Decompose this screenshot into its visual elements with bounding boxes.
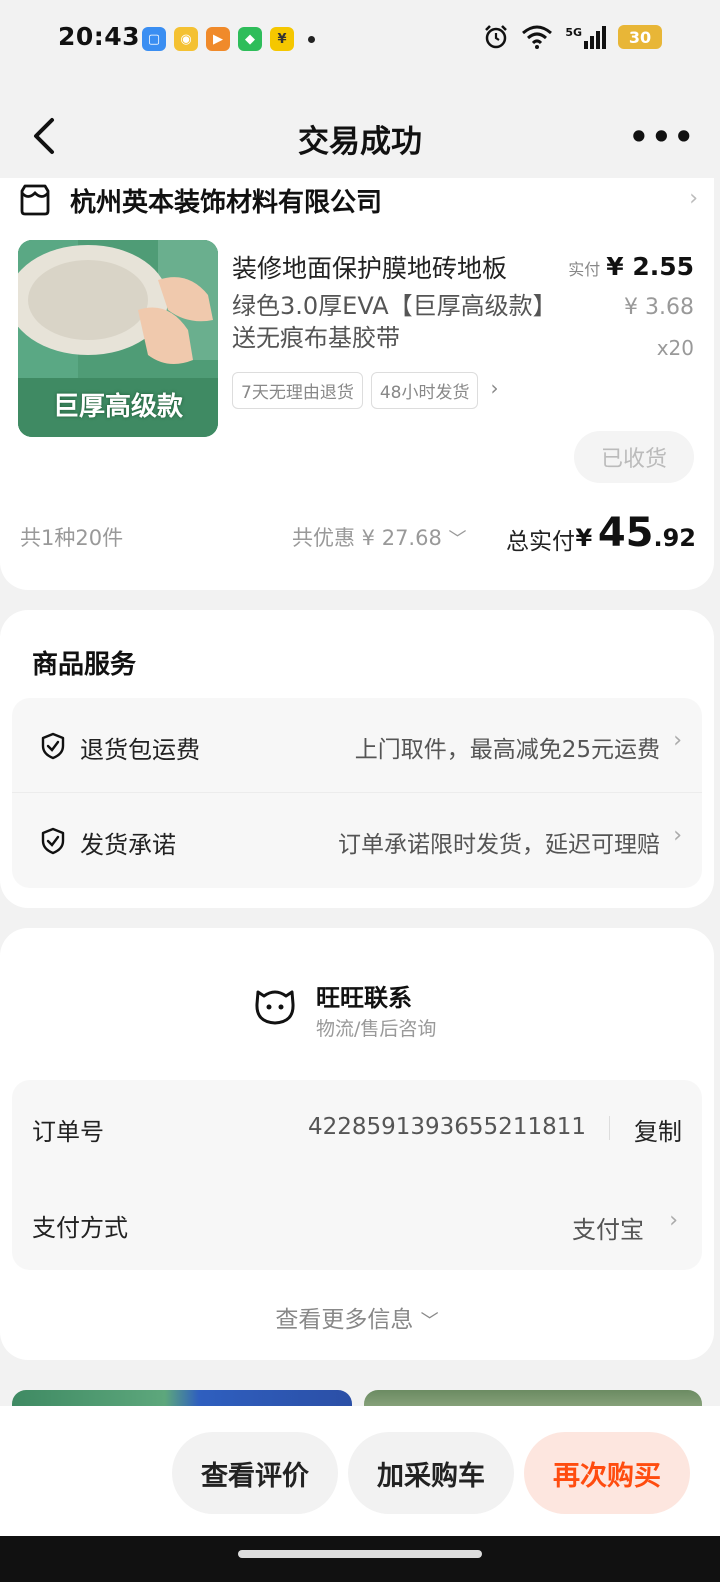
service-item-return-shipping[interactable]: 退货包运费 上门取件，最高减免25元运费 › bbox=[12, 698, 702, 793]
item-count: 共1种20件 bbox=[20, 526, 124, 550]
info-list: 订单号 4228591393655211811 复制 支付方式 支付宝 › bbox=[12, 1080, 702, 1270]
services-card: 商品服务 退货包运费 上门取件，最高减免25元运费 › 发货承诺 订单承诺限时发… bbox=[0, 610, 714, 908]
shield-check-icon bbox=[41, 827, 65, 855]
tag-shipping: 48小时发货 bbox=[370, 372, 479, 409]
status-right: 5G 30 bbox=[483, 24, 662, 50]
more-dots-icon[interactable]: ••• bbox=[629, 118, 696, 156]
store-row[interactable]: 杭州英本装饰材料有限公司 › bbox=[18, 178, 698, 222]
chevron-right-icon: › bbox=[689, 186, 698, 211]
product-title[interactable]: 装修地面保护膜地砖地板 bbox=[232, 250, 552, 288]
page-title: 交易成功 bbox=[298, 124, 422, 160]
total-currency: ¥ bbox=[575, 524, 593, 552]
tag-return: 7天无理由退货 bbox=[232, 372, 363, 409]
more-info-button[interactable]: 查看更多信息 ﹀ bbox=[0, 1300, 714, 1334]
wechat-icon: ◆ bbox=[238, 27, 262, 51]
chevron-right-icon: › bbox=[673, 823, 682, 848]
services-list: 退货包运费 上门取件，最高减免25元运费 › 发货承诺 订单承诺限时发货，延迟可… bbox=[12, 698, 702, 888]
copy-button[interactable]: 复制 bbox=[634, 1112, 682, 1147]
notification-icons: ▢ ◉ ▶ ◆ ¥ bbox=[142, 27, 315, 51]
order-card: 杭州英本装饰材料有限公司 › 巨厚高级款 装修地面保护膜地砖地板 绿色3.0厚E… bbox=[0, 178, 714, 590]
shield-check-icon bbox=[41, 732, 65, 760]
total-integer: 45 bbox=[597, 510, 654, 556]
more-info-label: 查看更多信息 bbox=[275, 1307, 414, 1333]
chevron-down-icon: ﹀ bbox=[420, 1311, 439, 1332]
battery-icon: 30 bbox=[618, 25, 662, 49]
wifi-icon bbox=[522, 25, 553, 49]
add-to-cart-button[interactable]: 加采购车 bbox=[348, 1432, 514, 1514]
product-tags: 7天无理由退货 48小时发货 › bbox=[232, 372, 502, 409]
payment-icon: ¥ bbox=[270, 27, 294, 51]
discount-text: 共优惠 ¥ 27.68 bbox=[292, 526, 442, 550]
price-box: 实付 ¥ 2.55 ¥ 3.68 x20 bbox=[568, 252, 694, 360]
product-image-caption: 巨厚高级款 bbox=[52, 392, 183, 422]
network-type: 5G bbox=[565, 25, 582, 39]
service-name: 退货包运费 bbox=[80, 736, 200, 764]
store-name: 杭州英本装饰材料有限公司 bbox=[70, 187, 383, 218]
chevron-right-icon: › bbox=[673, 728, 682, 753]
order-number: 4228591393655211811 bbox=[307, 1114, 586, 1140]
video-icon: ▶ bbox=[206, 27, 230, 51]
top-nav: 交易成功 ••• bbox=[0, 100, 720, 172]
total-label: 总实付 bbox=[506, 529, 575, 555]
discount-total[interactable]: 共优惠 ¥ 27.68 ﹀ bbox=[292, 522, 467, 552]
more-notifications-dot bbox=[308, 35, 315, 43]
paid-price: ¥ 2.55 bbox=[606, 252, 694, 281]
system-nav-bar bbox=[0, 1536, 720, 1582]
view-review-button[interactable]: 查看评价 bbox=[172, 1432, 338, 1514]
bottom-action-bar: 查看评价 加采购车 再次购买 bbox=[0, 1406, 720, 1536]
original-price: ¥ 3.68 bbox=[624, 295, 694, 320]
received-status-button[interactable]: 已收货 bbox=[574, 431, 694, 483]
order-no-label: 订单号 bbox=[32, 1118, 104, 1146]
services-title: 商品服务 bbox=[32, 650, 137, 680]
service-desc: 上门取件，最高减免25元运费 bbox=[354, 737, 660, 763]
weibo-icon: ◉ bbox=[174, 27, 198, 51]
store-icon bbox=[20, 184, 50, 216]
total-amount: ¥ 45.92 bbox=[576, 510, 696, 556]
signal-icon: 5G bbox=[565, 25, 606, 49]
divider bbox=[609, 1116, 610, 1140]
total-decimal: .92 bbox=[653, 524, 696, 552]
order-summary: 共1种20件 共优惠 ¥ 27.68 ﹀ 总实付 ¥ 45.92 bbox=[20, 510, 696, 562]
chevron-right-icon[interactable]: › bbox=[486, 372, 502, 409]
chevron-down-icon: ﹀ bbox=[448, 529, 467, 550]
status-bar: 20:43 ▢ ◉ ▶ ◆ ¥ 5G 30 bbox=[0, 0, 720, 84]
order-info-card: 旺旺联系 物流/售后咨询 订单号 4228591393655211811 复制 … bbox=[0, 928, 714, 1360]
payment-label: 支付方式 bbox=[32, 1214, 128, 1242]
payment-value[interactable]: 支付宝 bbox=[572, 1210, 644, 1245]
contact-subtitle: 物流/售后咨询 bbox=[316, 1018, 437, 1040]
service-desc: 订单承诺限时发货，延迟可理赔 bbox=[338, 832, 660, 858]
status-time: 20:43 bbox=[58, 22, 141, 51]
product-subtitle: 绿色3.0厚EVA【巨厚高级款】送无痕布基胶带 bbox=[232, 292, 545, 352]
chevron-right-icon: › bbox=[669, 1208, 678, 1233]
product-image[interactable]: 巨厚高级款 bbox=[18, 240, 218, 437]
home-indicator[interactable] bbox=[238, 1550, 482, 1558]
alarm-icon bbox=[485, 25, 508, 49]
quantity: x20 bbox=[656, 336, 694, 360]
paid-label: 实付 bbox=[568, 260, 601, 279]
service-name: 发货承诺 bbox=[80, 831, 176, 859]
wangwang-icon[interactable] bbox=[252, 982, 298, 1028]
files-icon: ▢ bbox=[142, 27, 166, 51]
buy-again-button[interactable]: 再次购买 bbox=[524, 1432, 690, 1514]
service-item-shipping-promise[interactable]: 发货承诺 订单承诺限时发货，延迟可理赔 › bbox=[12, 793, 702, 888]
contact-title[interactable]: 旺旺联系 bbox=[316, 978, 412, 1013]
